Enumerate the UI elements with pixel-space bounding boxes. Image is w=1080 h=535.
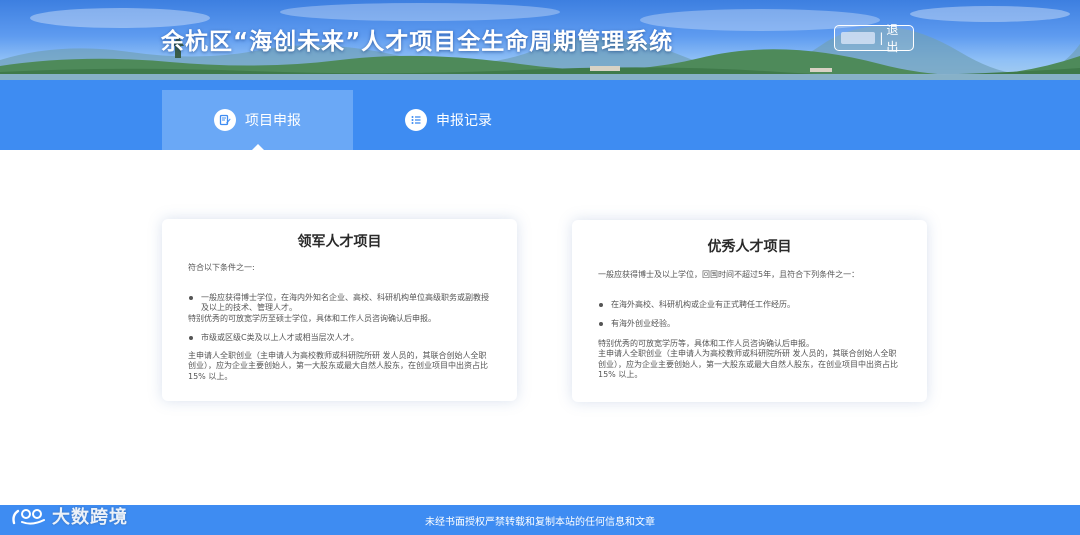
user-box: | 退出 [834,23,914,54]
card-note: 特别优秀的可放宽学历等，具体和工作人员咨询确认后申报。 [598,338,814,348]
watermark-text: 大数跨境 [52,507,128,528]
footer: 未经书面授权严禁转载和复制本站的任何信息和文章 [0,505,1080,535]
header-banner: 余杭区“海创未来”人才项目全生命周期管理系统 | 退出 [0,0,1080,80]
card-title: 领军人才项目 [297,234,382,250]
footer-copyright-text: 未经书面授权严禁转载和复制本站的任何信息和文章 [425,516,655,528]
app-title: 余杭区“海创未来”人才项目全生命周期管理系统 [161,29,674,55]
logout-link[interactable]: 退出 [886,21,907,55]
card-condition-item: 一般应获得博士学位，在海内外知名企业、高校、科研机构单位高级职务或副教授及以上的… [188,293,491,314]
tab-label: 申报记录 [436,113,492,129]
card-note: 特别优秀的可放宽学历至硕士学位，具体和工作人员咨询确认后申报。 [188,313,436,323]
leading-talent-project-card[interactable]: 领军人才项目 符合以下条件之一: 一般应获得博士学位，在海内外知名企业、高校、科… [162,219,517,401]
card-intro: 一般应获得博士及以上学位，回国时间不超过5年，且符合下列条件之一： [598,270,860,279]
tab-label: 项目申报 [245,113,301,129]
card-intro: 符合以下条件之一: [188,263,255,272]
tab-project-apply[interactable]: 项目申报 [162,90,353,150]
user-separator: | [879,31,884,45]
card-condition-item: 市级或区级C类及以上人才或相当层次人才。 [188,333,491,344]
card-note: 主申请人全职创业（主申请人为高校教师或科研院所研 发人员的，其联合创始人全职创业… [598,349,898,379]
card-condition-item: 在海外高校、科研机构或企业有正式聘任工作经历。 [598,300,901,311]
nav-bar: 项目申报 申报记录 [0,80,1080,150]
card-title: 优秀人才项目 [707,239,792,255]
list-icon [405,109,427,131]
watermark-glyph-icon [12,509,45,525]
user-name-masked [841,32,876,44]
card-condition-item: 有海外创业经验。 [598,319,901,330]
excellent-talent-project-card[interactable]: 优秀人才项目 一般应获得博士及以上学位，回国时间不超过5年，且符合下列条件之一：… [572,220,927,402]
edit-document-icon [214,109,236,131]
watermark-logo: 大数跨境 [10,503,128,529]
tab-apply-records[interactable]: 申报记录 [353,90,544,150]
card-note: 主申请人全职创业（主申请人为高校教师或科研院所研 发人员的，其联合创始人全职创业… [188,350,488,381]
